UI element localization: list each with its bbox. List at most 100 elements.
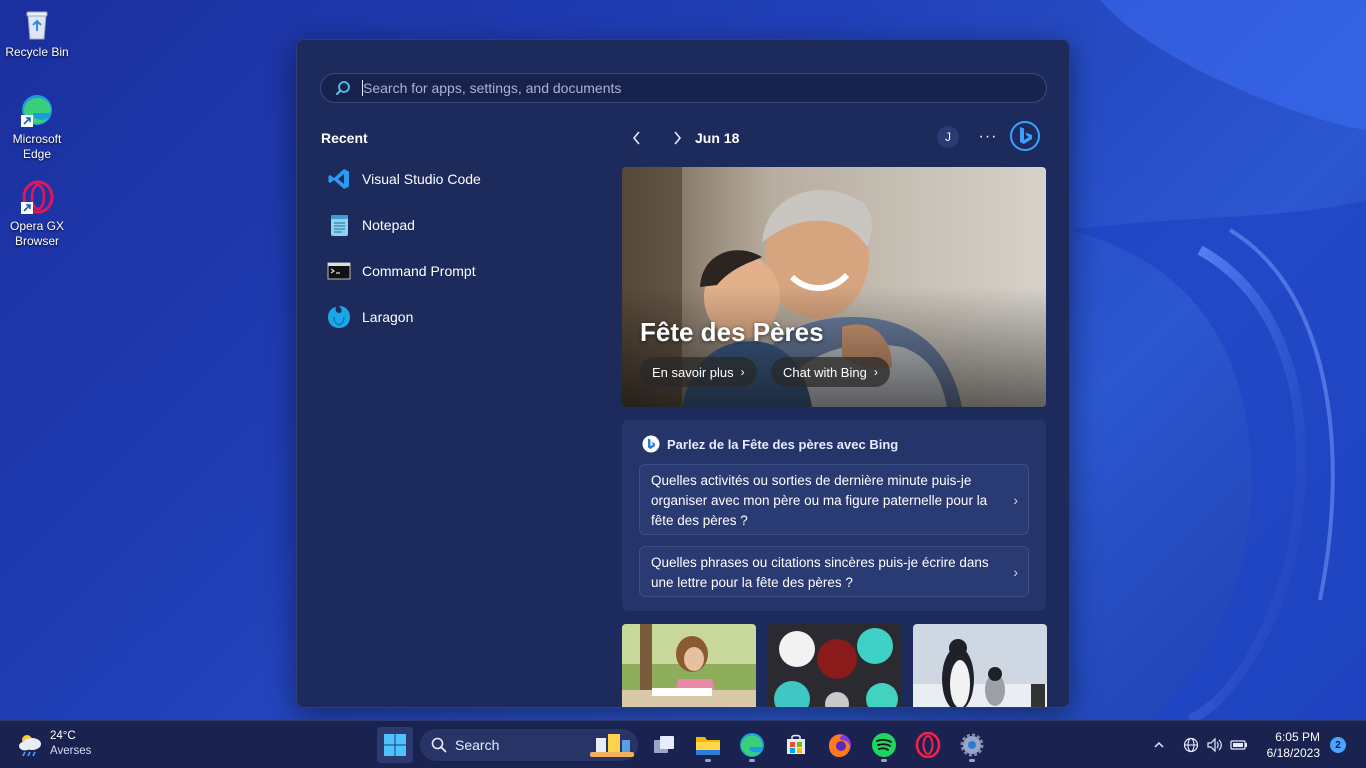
bing-prompt-2[interactable]: Quelles phrases ou citations sincères pu… bbox=[639, 546, 1029, 597]
chevron-right-icon: › bbox=[1013, 491, 1018, 508]
network-button[interactable] bbox=[1181, 735, 1201, 755]
hero-title: Fête des Pères bbox=[640, 317, 824, 347]
bing-prompt-text: Quelles activités ou sorties de dernière… bbox=[651, 473, 988, 528]
volume-button[interactable] bbox=[1205, 735, 1225, 755]
chevron-left-icon bbox=[632, 131, 640, 145]
date-label: Jun 18 bbox=[695, 130, 740, 146]
gear-icon bbox=[960, 733, 984, 757]
edge-icon bbox=[740, 733, 764, 757]
previous-day-button[interactable] bbox=[627, 128, 647, 148]
chevron-right-icon bbox=[674, 131, 682, 145]
search-icon bbox=[336, 81, 350, 95]
opera-gx-taskbar-button[interactable] bbox=[910, 727, 946, 763]
battery-button[interactable] bbox=[1229, 735, 1249, 755]
desktop-icon-microsoft-edge[interactable]: Microsoft Edge bbox=[0, 93, 74, 162]
task-view-icon bbox=[654, 736, 674, 753]
learn-more-label: En savoir plus bbox=[652, 364, 734, 380]
firefox-button[interactable] bbox=[822, 727, 858, 763]
running-indicator bbox=[881, 759, 887, 762]
recent-item-label: Notepad bbox=[362, 217, 415, 233]
recent-item-visual-studio-code[interactable]: Visual Studio Code bbox=[327, 159, 587, 199]
search-highlight-icon bbox=[590, 734, 634, 757]
recent-item-label: Laragon bbox=[362, 309, 414, 325]
opera-gx-icon bbox=[915, 732, 941, 758]
speaker-icon bbox=[1207, 737, 1222, 753]
desktop-icon-label: Opera GX Browser bbox=[9, 219, 65, 248]
recent-item-laragon[interactable]: Laragon bbox=[327, 297, 587, 337]
chevron-up-icon bbox=[1154, 741, 1164, 748]
running-indicator bbox=[969, 759, 975, 762]
thumbnail-penguins[interactable] bbox=[913, 624, 1047, 707]
taskbar-search[interactable]: Search bbox=[420, 729, 638, 761]
laragon-icon bbox=[327, 305, 351, 329]
store-icon bbox=[787, 734, 805, 754]
hero-card[interactable]: Fête des Pères En savoir plus › Chat wit… bbox=[622, 167, 1046, 407]
thumbnail-image bbox=[913, 624, 1047, 707]
search-box[interactable] bbox=[320, 73, 1047, 103]
desktop-icon-recycle-bin[interactable]: Recycle Bin bbox=[0, 6, 74, 60]
command-prompt-icon bbox=[327, 259, 351, 283]
weather-temperature: 24°C bbox=[50, 730, 76, 742]
recent-item-label: Command Prompt bbox=[362, 263, 476, 279]
recycle-bin-icon bbox=[19, 6, 55, 42]
running-indicator bbox=[705, 759, 711, 762]
spotify-button[interactable] bbox=[866, 727, 902, 763]
desktop-icon-label: Recycle Bin bbox=[5, 45, 69, 59]
weather-condition: Averses bbox=[50, 745, 92, 757]
settings-button[interactable] bbox=[954, 727, 990, 763]
battery-icon bbox=[1230, 740, 1247, 750]
thumbnail-image bbox=[767, 624, 901, 707]
taskbar-search-label: Search bbox=[455, 737, 500, 753]
opera-gx-icon bbox=[19, 180, 55, 216]
recent-item-command-prompt[interactable]: Command Prompt bbox=[327, 251, 587, 291]
weather-widget[interactable]: 24°C Averses bbox=[16, 729, 91, 759]
windows-logo-icon bbox=[384, 734, 406, 756]
globe-icon bbox=[1183, 737, 1199, 753]
file-explorer-button[interactable] bbox=[690, 727, 726, 763]
bing-card-title: Parlez de la Fête des pères avec Bing bbox=[642, 435, 898, 453]
taskbar: 24°C Averses Search 6:05 PM 6/18/2023 2 bbox=[0, 720, 1366, 768]
thumbnail-girl-drawing[interactable] bbox=[622, 624, 756, 707]
search-panel: Recent Visual Studio Code Notepad C bbox=[296, 39, 1070, 708]
start-button[interactable] bbox=[377, 727, 413, 763]
firefox-icon bbox=[829, 734, 851, 757]
next-day-button[interactable] bbox=[667, 128, 687, 148]
folder-icon bbox=[696, 737, 720, 755]
chat-with-bing-button[interactable]: Chat with Bing › bbox=[771, 357, 890, 387]
desktop-icon-opera-gx[interactable]: Opera GX Browser bbox=[0, 180, 74, 249]
task-view-button[interactable] bbox=[646, 727, 682, 763]
recent-item-notepad[interactable]: Notepad bbox=[327, 205, 587, 245]
search-icon bbox=[431, 737, 447, 753]
rain-cloud-icon bbox=[19, 735, 41, 757]
edge-icon bbox=[19, 93, 55, 129]
bing-suggestions-card: Parlez de la Fête des pères avec Bing Qu… bbox=[622, 420, 1046, 611]
notification-badge[interactable]: 2 bbox=[1330, 737, 1346, 753]
bing-prompt-text: Quelles phrases ou citations sincères pu… bbox=[651, 555, 989, 590]
bing-icon bbox=[1010, 121, 1040, 151]
bing-prompt-1[interactable]: Quelles activités ou sorties de dernière… bbox=[639, 464, 1029, 535]
search-input[interactable] bbox=[363, 80, 1003, 96]
thumbnail-cupcakes[interactable] bbox=[767, 624, 901, 707]
clock[interactable]: 6:05 PM 6/18/2023 bbox=[1258, 729, 1320, 761]
microsoft-store-button[interactable] bbox=[778, 727, 814, 763]
chevron-right-icon: › bbox=[1013, 563, 1018, 580]
chevron-right-icon: › bbox=[873, 365, 878, 379]
date-navigation: Jun 18 bbox=[627, 126, 739, 150]
desktop-icon-label: Microsoft Edge bbox=[12, 132, 62, 161]
more-options-button[interactable]: ··· bbox=[977, 126, 999, 148]
recent-item-label: Visual Studio Code bbox=[362, 171, 481, 187]
learn-more-button[interactable]: En savoir plus › bbox=[640, 357, 757, 387]
running-indicator bbox=[749, 759, 755, 762]
chat-with-bing-label: Chat with Bing bbox=[783, 364, 867, 380]
thumbnail-image bbox=[622, 624, 756, 707]
spotify-icon bbox=[872, 733, 896, 757]
chevron-right-icon: › bbox=[740, 365, 745, 379]
edge-taskbar-button[interactable] bbox=[734, 727, 770, 763]
show-hidden-icons-button[interactable] bbox=[1149, 735, 1169, 755]
account-avatar[interactable]: J bbox=[937, 126, 959, 148]
recent-heading: Recent bbox=[321, 130, 368, 146]
bing-card-title-text: Parlez de la Fête des pères avec Bing bbox=[667, 436, 899, 452]
bing-icon bbox=[642, 435, 660, 453]
notepad-icon bbox=[327, 213, 351, 237]
bing-chat-button[interactable] bbox=[1009, 120, 1041, 152]
